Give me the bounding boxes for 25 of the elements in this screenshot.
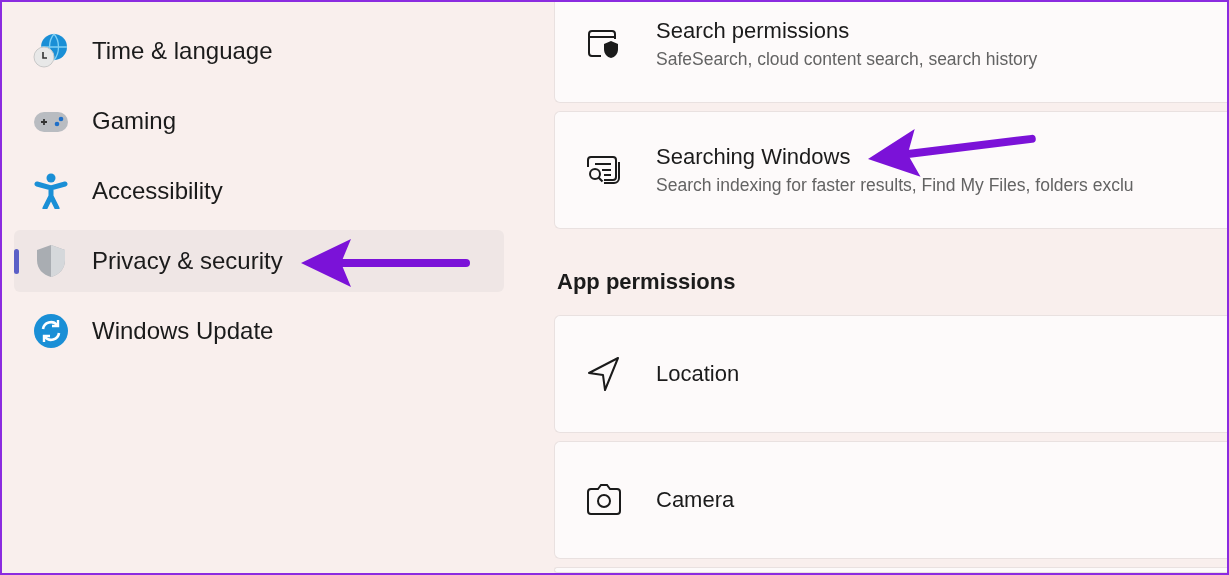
globe-clock-icon: [33, 33, 69, 69]
sidebar-item[interactable]: Time & language: [14, 20, 504, 82]
refresh-icon: [33, 313, 69, 349]
card-title: Location: [656, 361, 740, 387]
window-shield-icon: [587, 28, 621, 60]
settings-card[interactable]: Location: [554, 315, 1227, 433]
navigation-arrow-icon: [587, 356, 621, 392]
card-title: Search permissions: [656, 18, 850, 44]
document-search-icon: [586, 154, 622, 186]
shield-icon: [35, 244, 67, 278]
settings-card[interactable]: Searching Windows Search indexing for faster results, Find My Files, folders exclu: [554, 111, 1227, 229]
card-description: Search indexing for faster results, Find My Files, folders exclu: [656, 175, 1134, 196]
card-title: Camera: [656, 487, 735, 513]
camera-icon: [586, 483, 622, 517]
sidebar-item[interactable]: Gaming: [14, 90, 504, 152]
selection-indicator: [14, 249, 19, 274]
sidebar-item[interactable]: Accessibility: [14, 160, 504, 222]
sidebar-item[interactable]: Privacy & security: [14, 230, 504, 292]
card-title: Searching Windows: [656, 144, 851, 170]
person-figure-icon: [34, 173, 68, 209]
settings-card[interactable]: Camera: [554, 441, 1227, 559]
settings-card[interactable]: Search permissions SafeSearch, cloud content search, search history: [554, 2, 1227, 103]
sidebar-item[interactable]: Windows Update: [14, 300, 504, 362]
card-description: SafeSearch, cloud content search, search history: [656, 49, 1038, 70]
section-heading: App permissions: [557, 269, 737, 295]
